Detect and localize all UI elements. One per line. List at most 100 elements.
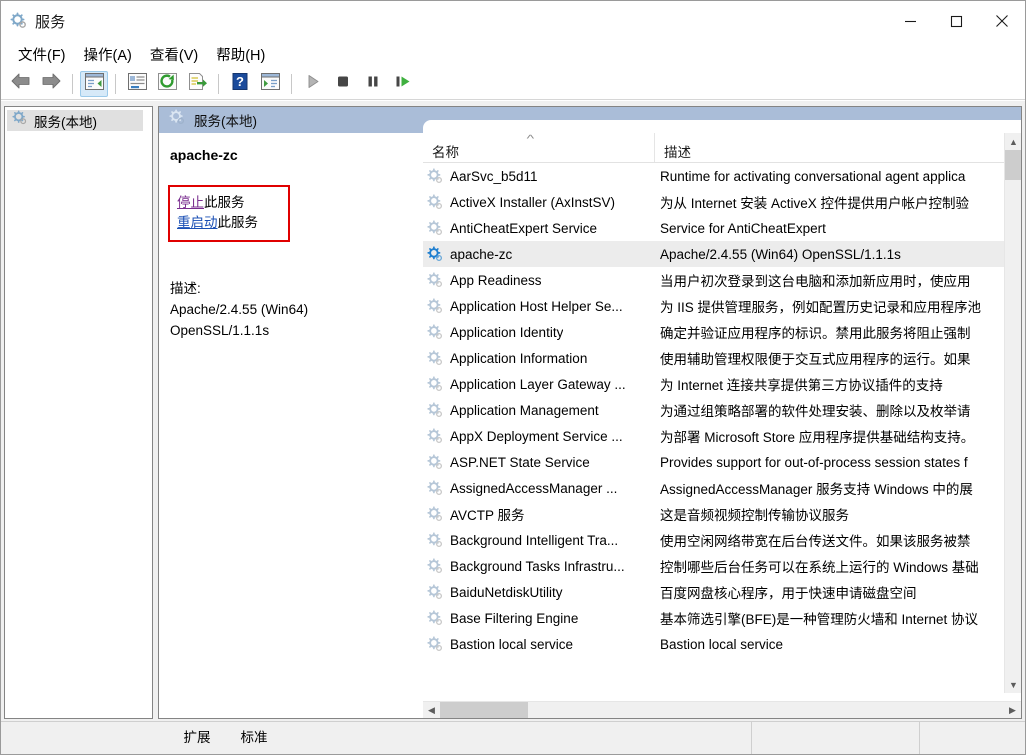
service-description-cell: 百度网盘核心程序，用于快速申请磁盘空间: [660, 586, 917, 601]
export-list-icon: [188, 72, 207, 95]
restart-service-link[interactable]: 重启动: [177, 215, 218, 230]
table-row[interactable]: Application Layer Gateway ... 为 Internet …: [423, 371, 1004, 397]
services-gear-icon: [10, 12, 28, 30]
service-name-label: Application Host Helper Se...: [450, 298, 623, 314]
service-name-cell: AVCTP 服务: [423, 504, 655, 524]
service-description-cell: 为通过组策略部署的软件处理安装、删除以及枚举请: [660, 404, 971, 419]
toolbar-refresh-button[interactable]: [153, 71, 181, 97]
view-header-label: 服务(本地): [194, 114, 257, 129]
description-label: 描述:: [170, 281, 201, 296]
service-description-cell: 为从 Internet 安装 ActiveX 控件提供用户帐户控制验: [660, 196, 970, 211]
status-bar: [1, 721, 1025, 754]
toolbar-stop-service-button[interactable]: [329, 71, 357, 97]
column-header-description[interactable]: 描述: [655, 133, 1004, 162]
service-description-cell: 确定并验证应用程序的标识。禁用此服务将阻止强制: [660, 326, 971, 341]
table-row[interactable]: AppX Deployment Service ... 为部署 Microsoft…: [423, 423, 1004, 449]
table-row[interactable]: Application Management 为通过组策略部署的软件处理安装、删除…: [423, 397, 1004, 423]
service-name-label: App Readiness: [450, 272, 542, 288]
toolbar-restart-service-button[interactable]: [389, 71, 417, 97]
toolbar-help-button[interactable]: ?: [226, 71, 254, 97]
table-row[interactable]: AssignedAccessManager ... AssignedAccessM…: [423, 475, 1004, 501]
tab-extended-label: 扩展: [183, 729, 211, 745]
service-name-cell: apache-zc: [423, 245, 655, 263]
list-horizontal-scrollbar[interactable]: ◀ ▶: [423, 701, 1021, 718]
detail-service-name: apache-zc: [170, 147, 238, 163]
table-row[interactable]: Application Identity 确定并验证应用程序的标识。禁用此服务将阻…: [423, 319, 1004, 345]
horizontal-scroll-thumb[interactable]: [440, 702, 528, 718]
toolbar-separator: [72, 73, 73, 94]
service-name-label: Application Information: [450, 350, 588, 366]
services-view-pane: 服务(本地) apache-zc 停止此服务 重启动此服务 描述: Apache…: [158, 106, 1022, 719]
service-stopped-gear-icon: [427, 583, 444, 601]
service-stopped-gear-icon: [427, 531, 444, 549]
service-description-cell: 这是音频视频控制传输协议服务: [660, 508, 849, 523]
service-name-cell: Application Information: [423, 349, 655, 367]
service-name-label: Application Management: [450, 402, 599, 418]
table-row[interactable]: Background Tasks Infrastru... 控制哪些后台任务可以在…: [423, 553, 1004, 579]
toolbar-export-list-button[interactable]: [183, 71, 211, 97]
table-row[interactable]: Application Information 使用辅助管理权限便于交互式应用程序…: [423, 345, 1004, 371]
service-name-cell: Application Layer Gateway ...: [423, 375, 655, 393]
toolbar-start-service-button[interactable]: [299, 71, 327, 97]
tree-node-services-local[interactable]: 服务(本地): [7, 110, 143, 131]
table-row[interactable]: BaiduNetdiskUtility 百度网盘核心程序，用于快速申请磁盘空间: [423, 579, 1004, 605]
stop-service-link[interactable]: 停止: [177, 195, 204, 210]
table-row[interactable]: AarSvc_b5d11 Runtime for activating conve…: [423, 163, 1004, 189]
table-row[interactable]: Base Filtering Engine 基本筛选引擎(BFE)是一种管理防火墙…: [423, 605, 1004, 631]
restart-icon: [395, 74, 411, 94]
scroll-down-icon[interactable]: ▼: [1005, 676, 1021, 693]
menu-action[interactable]: 操作(A): [75, 42, 141, 68]
stop-icon: [336, 74, 350, 94]
back-arrow-icon: [10, 72, 32, 95]
menu-view[interactable]: 查看(V): [141, 42, 207, 68]
scroll-left-icon[interactable]: ◀: [423, 702, 440, 719]
toolbar-pause-service-button[interactable]: [359, 71, 387, 97]
table-row[interactable]: ActiveX Installer (AxInstSV) 为从 Internet …: [423, 189, 1004, 215]
service-stopped-gear-icon: [427, 323, 444, 341]
service-stopped-gear-icon: [427, 635, 444, 653]
service-description-cell: Bastion local service: [660, 636, 784, 652]
service-description-cell: 为 Internet 连接共享提供第三方协议插件的支持: [660, 378, 943, 393]
service-stopped-gear-icon: [427, 479, 444, 497]
service-name-label: Base Filtering Engine: [450, 610, 579, 626]
table-row[interactable]: apache-zc Apache/2.4.55 (Win64) OpenSSL/1…: [423, 241, 1004, 267]
table-row[interactable]: Background Intelligent Tra... 使用空闲网络带宽在后台…: [423, 527, 1004, 553]
toolbar-show-action-pane-button[interactable]: [256, 71, 284, 97]
scroll-up-icon[interactable]: ▲: [1005, 133, 1021, 150]
service-name-cell: AssignedAccessManager ...: [423, 479, 655, 497]
column-header-name[interactable]: 名称 ^: [423, 133, 655, 162]
service-name-label: AppX Deployment Service ...: [450, 428, 623, 444]
table-row[interactable]: App Readiness 当用户初次登录到这台电脑和添加新应用时，使应用: [423, 267, 1004, 293]
column-header-description-label: 描述: [664, 145, 691, 160]
service-name-label: apache-zc: [450, 246, 513, 262]
service-name-cell: Application Management: [423, 401, 655, 419]
table-row[interactable]: Bastion local service Bastion local servi…: [423, 631, 1004, 657]
table-row[interactable]: AntiCheatExpert Service Service for AntiC…: [423, 215, 1004, 241]
service-description-cell: 控制哪些后台任务可以在系统上运行的 Windows 基础: [660, 560, 979, 575]
service-name-cell: ActiveX Installer (AxInstSV): [423, 193, 655, 211]
toolbar-properties-button[interactable]: [123, 71, 151, 97]
minimize-button[interactable]: [887, 1, 933, 41]
toolbar-forward-button[interactable]: [37, 71, 65, 97]
table-row[interactable]: AVCTP 服务 这是音频视频控制传输协议服务: [423, 501, 1004, 527]
window-controls: [887, 1, 1025, 41]
menu-file[interactable]: 文件(F): [9, 42, 75, 68]
maximize-button[interactable]: [933, 1, 979, 41]
restart-service-line: 重启动此服务: [177, 213, 258, 233]
service-description-cell: Provides support for out-of-process sess…: [660, 454, 968, 470]
toolbar-back-button[interactable]: [7, 71, 35, 97]
vertical-scroll-thumb[interactable]: [1005, 150, 1021, 180]
toolbar-show-hide-console-tree-button[interactable]: [80, 70, 108, 97]
service-detail-pane: apache-zc 停止此服务 重启动此服务 描述: Apache/2.4.55…: [159, 133, 423, 693]
pause-icon: [366, 74, 380, 94]
scroll-right-icon[interactable]: ▶: [1004, 702, 1021, 718]
table-row[interactable]: Application Host Helper Se... 为 IIS 提供管理服…: [423, 293, 1004, 319]
show-action-pane-icon: [260, 72, 280, 95]
service-name-label: Background Tasks Infrastru...: [450, 558, 625, 574]
close-button[interactable]: [979, 1, 1025, 41]
table-row[interactable]: ASP.NET State Service Provides support fo…: [423, 449, 1004, 475]
menu-help[interactable]: 帮助(H): [207, 42, 274, 68]
service-actions-highlight-box: 停止此服务 重启动此服务: [168, 185, 290, 242]
service-name-cell: AntiCheatExpert Service: [423, 219, 655, 237]
list-vertical-scrollbar[interactable]: ▲ ▼: [1004, 133, 1021, 693]
